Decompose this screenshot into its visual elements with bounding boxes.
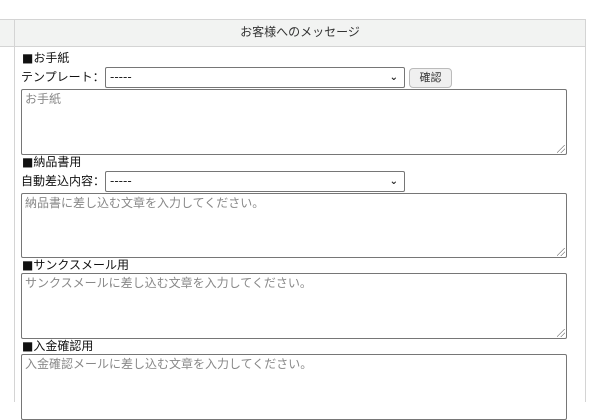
payment-placeholder: 入金確認メールに差し込む文章を入力してください。 [25,357,313,371]
invoice-textarea[interactable]: 納品書に差し込む文章を入力してください。 [21,193,567,258]
invoice-placeholder: 納品書に差し込む文章を入力してください。 [25,196,265,210]
payment-label: ■入金確認用 [22,339,94,353]
resize-handle-icon[interactable] [557,145,565,153]
letter-placeholder: お手紙 [25,92,62,106]
template-select[interactable]: ----- ⌄ [105,67,405,88]
template-value: ----- [110,70,132,84]
thanks-placeholder: サンクスメールに差し込む文章を入力してください。 [25,276,312,290]
thanks-textarea[interactable]: サンクスメールに差し込む文章を入力してください。 [21,273,567,339]
thanks-label: ■サンクスメール用 [22,258,129,272]
template-label: テンプレート： [21,70,105,84]
table-divider [14,19,15,402]
chevron-down-icon: ⌄ [389,176,398,187]
auto-insert-label: 自動差込内容： [21,174,106,188]
auto-insert-value: ----- [110,174,132,188]
letter-label: ■お手紙 [22,51,70,65]
section-title: お客様へのメッセージ [240,25,360,39]
table-border [585,19,586,402]
auto-insert-select[interactable]: ----- ⌄ [105,171,405,192]
invoice-label: ■納品書用 [22,155,82,169]
confirm-button[interactable]: 確認 [409,68,452,88]
header-left-cell [0,19,15,46]
letter-textarea[interactable]: お手紙 [21,89,567,155]
resize-handle-icon[interactable] [557,329,565,337]
chevron-down-icon: ⌄ [389,72,398,83]
resize-handle-icon[interactable] [557,248,565,256]
payment-textarea[interactable]: 入金確認メールに差し込む文章を入力してください。 [21,354,567,420]
